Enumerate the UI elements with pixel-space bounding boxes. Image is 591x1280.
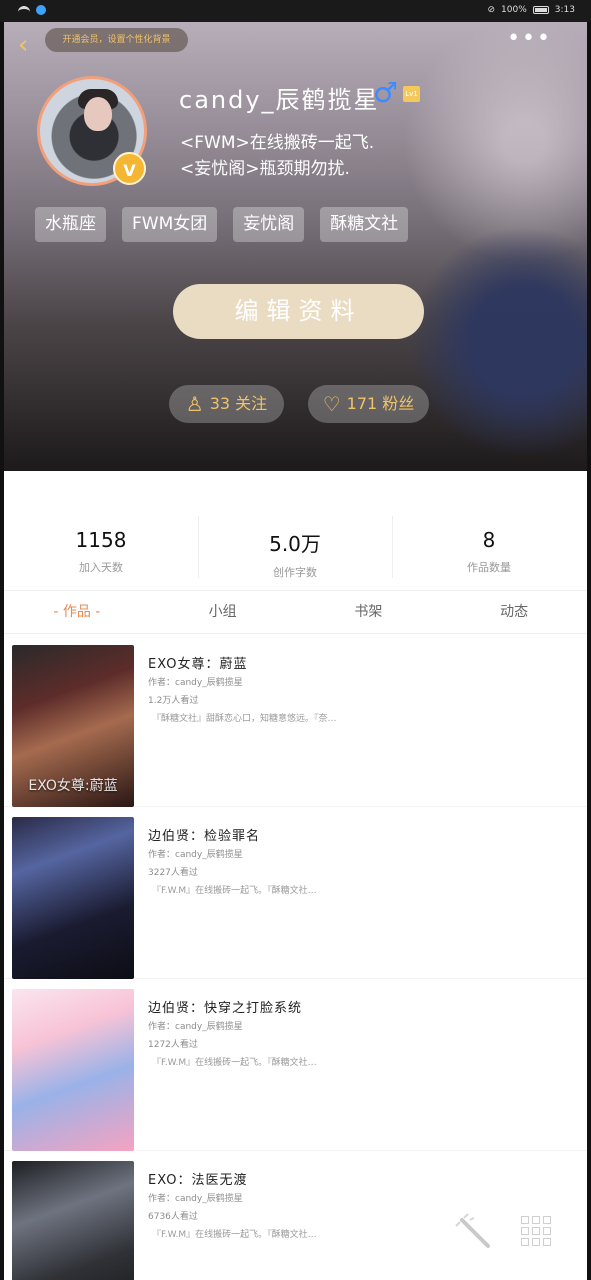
stat-value: 8 xyxy=(482,528,496,552)
stat-label: 创作字数 xyxy=(273,566,317,579)
cover-title: EXO女尊:蔚蓝 xyxy=(28,778,118,794)
tab-bookshelf[interactable]: 书架 xyxy=(296,593,442,631)
bell-muted-icon: ⊘ xyxy=(487,5,496,15)
stat-word-count: 5.0万 创作字数 xyxy=(198,516,392,579)
more-options-icon[interactable]: ••• xyxy=(507,26,552,51)
clock: 3:13 xyxy=(554,5,575,15)
following-button[interactable]: ♙ 33 关注 xyxy=(169,385,284,423)
tab-works[interactable]: - 作品 - xyxy=(4,593,150,631)
verified-badge: V xyxy=(113,152,146,185)
username: candy_辰鹤揽星 xyxy=(179,86,380,114)
level-badge: Lv1 xyxy=(403,86,420,102)
work-title[interactable]: EXO女尊：蔚蓝 xyxy=(148,653,248,672)
work-cover[interactable] xyxy=(12,989,134,1151)
back-icon[interactable]: ‹ xyxy=(18,32,34,58)
work-item[interactable]: EXO女尊:蔚蓝 EXO女尊：蔚蓝 作者：candy_辰鹤揽星 1.2万人看过 … xyxy=(4,635,587,807)
tab-groups[interactable]: 小组 xyxy=(150,593,296,631)
profile-tag[interactable]: FWM女团 xyxy=(122,207,218,242)
profile-tag[interactable]: 水瓶座 xyxy=(35,207,106,242)
work-cover[interactable] xyxy=(12,817,134,979)
status-bar: ⊘ 100% 3:13 xyxy=(0,0,591,22)
stat-label: 加入天数 xyxy=(79,561,123,574)
battery-text: 100% xyxy=(501,5,527,15)
divider xyxy=(4,590,587,591)
works-list: EXO女尊:蔚蓝 EXO女尊：蔚蓝 作者：candy_辰鹤揽星 1.2万人看过 … xyxy=(4,635,587,1280)
work-item[interactable]: 边伯贤：快穿之打脸系统 作者：candy_辰鹤揽星 1272人看过 『F.W.M… xyxy=(4,979,587,1151)
profile-tabs: - 作品 - 小组 书架 动态 xyxy=(4,593,587,631)
work-item[interactable]: 边伯贤：检验罪名 作者：candy_辰鹤揽星 3227人看过 『F.W.M』在线… xyxy=(4,807,587,979)
work-snippet: 『酥糖文社』甜酥恋心口，知糖意悠远。『奈… xyxy=(152,714,337,724)
work-views: 6736人看过 xyxy=(148,1212,198,1222)
work-snippet: 『F.W.M』在线搬砖一起飞。『酥糖文社… xyxy=(152,1230,317,1240)
fans-button[interactable]: ♡ 171 粉丝 xyxy=(308,385,429,423)
work-views: 3227人看过 xyxy=(148,868,198,878)
grid-menu-icon[interactable] xyxy=(521,1216,551,1246)
stat-value: 1158 xyxy=(75,528,127,552)
work-title[interactable]: EXO：法医无渡 xyxy=(148,1169,248,1188)
work-views: 1.2万人看过 xyxy=(148,696,199,706)
profile-content: 1158 加入天数 5.0万 创作字数 8 作品数量 - 作品 - 小组 书架 … xyxy=(4,471,587,1280)
profile-tag[interactable]: 酥糖文社 xyxy=(320,207,409,242)
work-title[interactable]: 边伯贤：检验罪名 xyxy=(148,825,260,844)
work-item[interactable]: EXO：法医无渡 作者：candy_辰鹤揽星 6736人看过 『F.W.M』在线… xyxy=(4,1151,587,1280)
stat-work-count: 8 作品数量 xyxy=(392,516,586,578)
stat-value: 5.0万 xyxy=(269,532,321,556)
work-snippet: 『F.W.M』在线搬砖一起飞。『酥糖文社… xyxy=(152,1058,317,1068)
fans-label: 171 粉丝 xyxy=(346,394,415,413)
tab-activity[interactable]: 动态 xyxy=(441,593,587,631)
work-cover[interactable] xyxy=(12,1161,134,1280)
work-title[interactable]: 边伯贤：快穿之打脸系统 xyxy=(148,997,302,1016)
person-add-icon: ♙ xyxy=(185,392,204,416)
work-snippet: 『F.W.M』在线搬砖一起飞。『酥糖文社… xyxy=(152,886,317,896)
profile-tags: 水瓶座 FWM女团 妄忧阁 酥糖文社 xyxy=(35,207,409,242)
magic-wand-icon[interactable] xyxy=(454,1212,494,1252)
wifi-icon xyxy=(18,5,30,15)
profile-tag[interactable]: 妄忧阁 xyxy=(233,207,305,242)
work-views: 1272人看过 xyxy=(148,1040,198,1050)
profile-header: ‹ 开通会员，设置个性化背景 ••• V candy_辰鹤揽星 ♂ Lv1 <F… xyxy=(4,22,587,471)
work-author: 作者：candy_辰鹤揽星 xyxy=(148,678,243,688)
profile-bio: <FWM>在线搬砖一起飞. <妄忧阁>瓶颈期勿扰. xyxy=(180,133,375,179)
following-label: 33 关注 xyxy=(209,394,268,413)
divider xyxy=(4,633,587,634)
work-author: 作者：candy_辰鹤揽星 xyxy=(148,1194,243,1204)
work-cover[interactable]: EXO女尊:蔚蓝 xyxy=(12,645,134,807)
battery-icon xyxy=(532,6,549,14)
work-author: 作者：candy_辰鹤揽星 xyxy=(148,850,243,860)
stats-row: 1158 加入天数 5.0万 创作字数 8 作品数量 xyxy=(4,516,587,579)
work-author: 作者：candy_辰鹤揽星 xyxy=(148,1022,243,1032)
heart-icon: ♡ xyxy=(322,392,341,416)
app-notification-icon xyxy=(36,5,46,15)
edit-profile-button[interactable]: 编辑资料 xyxy=(173,284,424,339)
stat-join-days: 1158 加入天数 xyxy=(4,516,198,578)
male-icon: ♂ xyxy=(373,76,399,109)
vip-banner[interactable]: 开通会员，设置个性化背景 xyxy=(45,28,188,52)
avatar-face xyxy=(84,97,112,131)
stat-label: 作品数量 xyxy=(467,561,511,574)
